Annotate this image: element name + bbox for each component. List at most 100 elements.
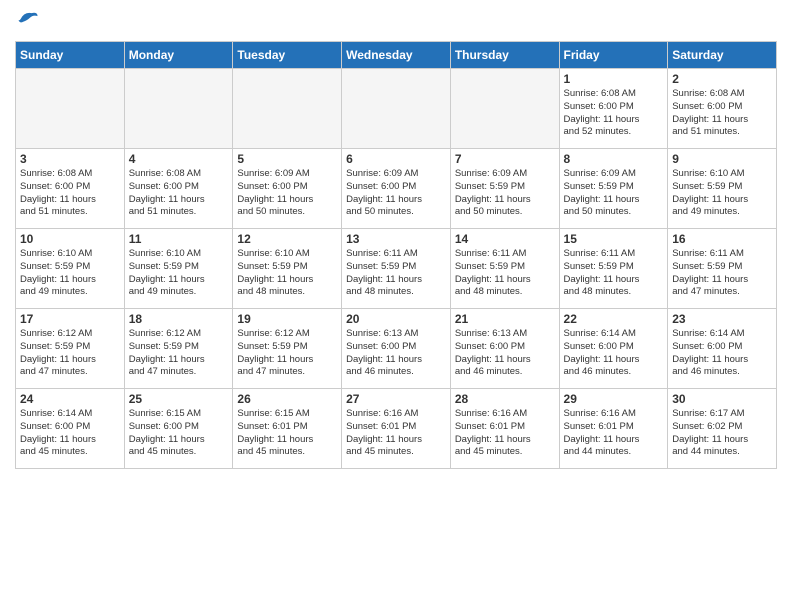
calendar-week-row: 10 Sunrise: 6:10 AM Sunset: 5:59 PM Dayli… (16, 229, 777, 309)
calendar-day-cell (450, 69, 559, 149)
logo-bird-icon (17, 10, 39, 28)
calendar-day-cell: 9 Sunrise: 6:10 AM Sunset: 5:59 PM Daylig… (668, 149, 777, 229)
calendar-day-cell: 14 Sunrise: 6:11 AM Sunset: 5:59 PM Dayli… (450, 229, 559, 309)
day-number: 1 (564, 72, 664, 86)
day-info: Sunrise: 6:13 AM Sunset: 6:00 PM Dayligh… (455, 328, 555, 379)
calendar-table: SundayMondayTuesdayWednesdayThursdayFrid… (15, 41, 777, 469)
day-info: Sunrise: 6:10 AM Sunset: 5:59 PM Dayligh… (672, 168, 772, 219)
day-info: Sunrise: 6:10 AM Sunset: 5:59 PM Dayligh… (129, 248, 229, 299)
day-number: 13 (346, 232, 446, 246)
day-number: 29 (564, 392, 664, 406)
day-info: Sunrise: 6:11 AM Sunset: 5:59 PM Dayligh… (672, 248, 772, 299)
day-number: 28 (455, 392, 555, 406)
calendar-day-cell: 6 Sunrise: 6:09 AM Sunset: 6:00 PM Daylig… (342, 149, 451, 229)
day-info: Sunrise: 6:11 AM Sunset: 5:59 PM Dayligh… (564, 248, 664, 299)
day-info: Sunrise: 6:12 AM Sunset: 5:59 PM Dayligh… (129, 328, 229, 379)
day-number: 7 (455, 152, 555, 166)
day-number: 9 (672, 152, 772, 166)
calendar-day-cell: 30Sunrise: 6:17 AM Sunset: 6:02 PM Dayli… (668, 389, 777, 469)
calendar-day-cell: 23 Sunrise: 6:14 AM Sunset: 6:00 PM Dayli… (668, 309, 777, 389)
calendar-week-row: 3 Sunrise: 6:08 AM Sunset: 6:00 PM Daylig… (16, 149, 777, 229)
day-number: 14 (455, 232, 555, 246)
day-info: Sunrise: 6:16 AM Sunset: 6:01 PM Dayligh… (564, 408, 664, 459)
weekday-header-wednesday: Wednesday (342, 42, 451, 69)
day-number: 4 (129, 152, 229, 166)
day-info: Sunrise: 6:09 AM Sunset: 5:59 PM Dayligh… (564, 168, 664, 219)
day-number: 20 (346, 312, 446, 326)
calendar-day-cell: 20 Sunrise: 6:13 AM Sunset: 6:00 PM Dayli… (342, 309, 451, 389)
day-info: Sunrise: 6:09 AM Sunset: 6:00 PM Dayligh… (346, 168, 446, 219)
day-number: 12 (237, 232, 337, 246)
calendar-day-cell: 21 Sunrise: 6:13 AM Sunset: 6:00 PM Dayli… (450, 309, 559, 389)
day-info: Sunrise: 6:14 AM Sunset: 6:00 PM Dayligh… (672, 328, 772, 379)
day-info: Sunrise: 6:09 AM Sunset: 6:00 PM Dayligh… (237, 168, 337, 219)
day-number: 16 (672, 232, 772, 246)
calendar-day-cell: 13Sunrise: 6:11 AM Sunset: 5:59 PM Dayli… (342, 229, 451, 309)
day-info: Sunrise: 6:13 AM Sunset: 6:00 PM Dayligh… (346, 328, 446, 379)
day-number: 11 (129, 232, 229, 246)
day-number: 2 (672, 72, 772, 86)
calendar-day-cell: 29 Sunrise: 6:16 AM Sunset: 6:01 PM Dayli… (559, 389, 668, 469)
calendar-day-cell (16, 69, 125, 149)
calendar-day-cell: 10 Sunrise: 6:10 AM Sunset: 5:59 PM Dayli… (16, 229, 125, 309)
day-number: 15 (564, 232, 664, 246)
day-info: Sunrise: 6:09 AM Sunset: 5:59 PM Dayligh… (455, 168, 555, 219)
calendar-day-cell: 19Sunrise: 6:12 AM Sunset: 5:59 PM Dayli… (233, 309, 342, 389)
day-info: Sunrise: 6:14 AM Sunset: 6:00 PM Dayligh… (564, 328, 664, 379)
day-info: Sunrise: 6:12 AM Sunset: 5:59 PM Dayligh… (237, 328, 337, 379)
day-number: 21 (455, 312, 555, 326)
calendar-day-cell (124, 69, 233, 149)
weekday-header-sunday: Sunday (16, 42, 125, 69)
calendar-day-cell: 12 Sunrise: 6:10 AM Sunset: 5:59 PM Dayli… (233, 229, 342, 309)
weekday-header-monday: Monday (124, 42, 233, 69)
page: SundayMondayTuesdayWednesdayThursdayFrid… (0, 0, 792, 479)
calendar-day-cell (233, 69, 342, 149)
calendar-day-cell (342, 69, 451, 149)
day-info: Sunrise: 6:16 AM Sunset: 6:01 PM Dayligh… (455, 408, 555, 459)
calendar-day-cell: 16 Sunrise: 6:11 AM Sunset: 5:59 PM Dayli… (668, 229, 777, 309)
calendar-week-row: 17 Sunrise: 6:12 AM Sunset: 5:59 PM Dayli… (16, 309, 777, 389)
calendar-day-cell: 2 Sunrise: 6:08 AM Sunset: 6:00 PM Daylig… (668, 69, 777, 149)
day-info: Sunrise: 6:12 AM Sunset: 5:59 PM Dayligh… (20, 328, 120, 379)
day-number: 18 (129, 312, 229, 326)
day-number: 24 (20, 392, 120, 406)
day-info: Sunrise: 6:10 AM Sunset: 5:59 PM Dayligh… (237, 248, 337, 299)
day-info: Sunrise: 6:08 AM Sunset: 6:00 PM Dayligh… (564, 88, 664, 139)
day-number: 30 (672, 392, 772, 406)
day-number: 10 (20, 232, 120, 246)
calendar-day-cell: 27 Sunrise: 6:16 AM Sunset: 6:01 PM Dayli… (342, 389, 451, 469)
day-info: Sunrise: 6:14 AM Sunset: 6:00 PM Dayligh… (20, 408, 120, 459)
calendar-day-cell: 7 Sunrise: 6:09 AM Sunset: 5:59 PM Daylig… (450, 149, 559, 229)
calendar-week-row: 1 Sunrise: 6:08 AM Sunset: 6:00 PM Daylig… (16, 69, 777, 149)
header (15, 10, 777, 33)
weekday-header-tuesday: Tuesday (233, 42, 342, 69)
day-number: 17 (20, 312, 120, 326)
calendar-day-cell: 24 Sunrise: 6:14 AM Sunset: 6:00 PM Dayli… (16, 389, 125, 469)
day-info: Sunrise: 6:10 AM Sunset: 5:59 PM Dayligh… (20, 248, 120, 299)
day-info: Sunrise: 6:16 AM Sunset: 6:01 PM Dayligh… (346, 408, 446, 459)
calendar-day-cell: 8 Sunrise: 6:09 AM Sunset: 5:59 PM Daylig… (559, 149, 668, 229)
day-info: Sunrise: 6:08 AM Sunset: 6:00 PM Dayligh… (672, 88, 772, 139)
day-info: Sunrise: 6:08 AM Sunset: 6:00 PM Dayligh… (20, 168, 120, 219)
day-info: Sunrise: 6:15 AM Sunset: 6:01 PM Dayligh… (237, 408, 337, 459)
weekday-header-friday: Friday (559, 42, 668, 69)
calendar-day-cell: 26Sunrise: 6:15 AM Sunset: 6:01 PM Dayli… (233, 389, 342, 469)
day-number: 22 (564, 312, 664, 326)
day-info: Sunrise: 6:15 AM Sunset: 6:00 PM Dayligh… (129, 408, 229, 459)
logo (15, 10, 39, 33)
calendar-day-cell: 1 Sunrise: 6:08 AM Sunset: 6:00 PM Daylig… (559, 69, 668, 149)
day-number: 27 (346, 392, 446, 406)
calendar-day-cell: 11 Sunrise: 6:10 AM Sunset: 5:59 PM Dayli… (124, 229, 233, 309)
day-number: 25 (129, 392, 229, 406)
calendar-day-cell: 17 Sunrise: 6:12 AM Sunset: 5:59 PM Dayli… (16, 309, 125, 389)
day-number: 3 (20, 152, 120, 166)
day-number: 23 (672, 312, 772, 326)
calendar-week-row: 24 Sunrise: 6:14 AM Sunset: 6:00 PM Dayli… (16, 389, 777, 469)
weekday-header-saturday: Saturday (668, 42, 777, 69)
calendar-day-cell: 28 Sunrise: 6:16 AM Sunset: 6:01 PM Dayli… (450, 389, 559, 469)
day-number: 8 (564, 152, 664, 166)
day-info: Sunrise: 6:11 AM Sunset: 5:59 PM Dayligh… (455, 248, 555, 299)
calendar-day-cell: 5Sunrise: 6:09 AM Sunset: 6:00 PM Daylig… (233, 149, 342, 229)
calendar-day-cell: 15 Sunrise: 6:11 AM Sunset: 5:59 PM Dayli… (559, 229, 668, 309)
day-number: 6 (346, 152, 446, 166)
